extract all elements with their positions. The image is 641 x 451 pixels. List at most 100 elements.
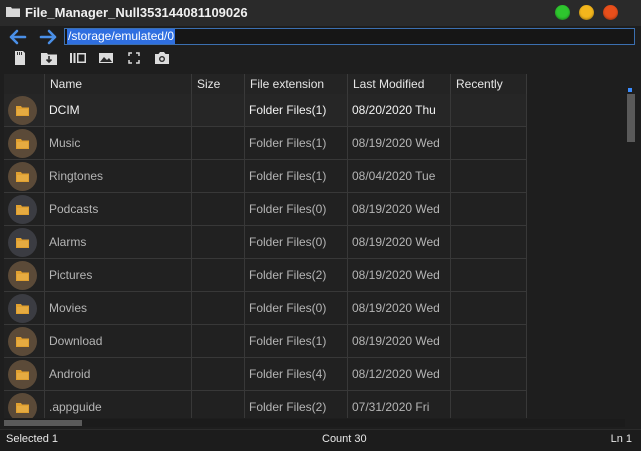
folder-icon: [6, 6, 20, 17]
row-file-extension: Folder Files(1): [245, 160, 348, 193]
column-header-last-modified[interactable]: Last Modified: [348, 74, 451, 94]
row-icon-cell: [4, 325, 45, 358]
path-input[interactable]: /storage/emulated/0: [64, 28, 635, 45]
table-row[interactable]: Movies Folder Files(0) 08/19/2020 Wed: [4, 292, 527, 325]
row-file-extension: Folder Files(1): [245, 94, 348, 127]
folder-icon: [8, 162, 37, 191]
row-recently: [451, 259, 527, 292]
image-view-icon[interactable]: [98, 51, 114, 65]
column-header-recently[interactable]: Recently: [451, 74, 527, 94]
row-last-modified: 08/20/2020 Thu: [348, 94, 451, 127]
row-file-extension: Folder Files(1): [245, 325, 348, 358]
row-last-modified: 08/19/2020 Wed: [348, 292, 451, 325]
row-icon-cell: [4, 226, 45, 259]
row-last-modified: 08/19/2020 Wed: [348, 193, 451, 226]
row-last-modified: 08/19/2020 Wed: [348, 127, 451, 160]
row-name: Movies: [45, 292, 192, 325]
column-header-file-extension[interactable]: File extension: [245, 74, 348, 94]
row-last-modified: 08/19/2020 Wed: [348, 259, 451, 292]
back-arrow-icon[interactable]: [9, 29, 27, 45]
row-icon-cell: [4, 259, 45, 292]
minimize-button[interactable]: [555, 5, 570, 20]
row-icon-cell: [4, 127, 45, 160]
row-size: [192, 193, 245, 226]
table-row[interactable]: Download Folder Files(1) 08/19/2020 Wed: [4, 325, 527, 358]
table-row[interactable]: Android Folder Files(4) 08/12/2020 Wed: [4, 358, 527, 391]
folder-icon: [8, 393, 37, 418]
vertical-scrollbar[interactable]: [625, 86, 637, 418]
row-recently: [451, 127, 527, 160]
status-count: Count 30: [322, 433, 367, 445]
row-size: [192, 127, 245, 160]
file-manager-window: File_Manager_Null353144081109026 /storag…: [0, 0, 641, 451]
row-name: .appguide: [45, 391, 192, 418]
forward-arrow-icon[interactable]: [39, 29, 57, 45]
column-header-icon[interactable]: [4, 74, 45, 94]
row-last-modified: 07/31/2020 Fri: [348, 391, 451, 418]
folder-icon: [8, 261, 37, 290]
maximize-button[interactable]: [579, 5, 594, 20]
row-recently: [451, 193, 527, 226]
folder-icon: [8, 294, 37, 323]
row-icon-cell: [4, 160, 45, 193]
columns-view-icon[interactable]: [70, 51, 86, 65]
row-size: [192, 358, 245, 391]
status-selected: Selected 1: [6, 433, 58, 445]
row-name: Ringtones: [45, 160, 192, 193]
row-file-extension: Folder Files(1): [245, 127, 348, 160]
table-row[interactable]: .appguide Folder Files(2) 07/31/2020 Fri: [4, 391, 527, 418]
row-recently: [451, 358, 527, 391]
row-size: [192, 292, 245, 325]
horizontal-scrollbar[interactable]: [4, 419, 625, 427]
file-table: Name Size File extension Last Modified R…: [4, 74, 527, 418]
folder-download-icon[interactable]: [41, 51, 57, 65]
table-row[interactable]: Ringtones Folder Files(1) 08/04/2020 Tue: [4, 160, 527, 193]
row-name: Podcasts: [45, 193, 192, 226]
row-last-modified: 08/19/2020 Wed: [348, 226, 451, 259]
horizontal-scroll-thumb[interactable]: [4, 420, 82, 426]
row-last-modified: 08/12/2020 Wed: [348, 358, 451, 391]
row-name: Pictures: [45, 259, 192, 292]
table-row[interactable]: Pictures Folder Files(2) 08/19/2020 Wed: [4, 259, 527, 292]
row-file-extension: Folder Files(0): [245, 193, 348, 226]
row-recently: [451, 391, 527, 418]
row-file-extension: Folder Files(2): [245, 391, 348, 418]
camera-icon[interactable]: [154, 51, 170, 65]
row-name: Download: [45, 325, 192, 358]
window-title: File_Manager_Null353144081109026: [25, 5, 248, 20]
status-bar: Selected 1 Count 30 Ln 1: [0, 429, 641, 451]
row-size: [192, 391, 245, 418]
folder-icon: [8, 228, 37, 257]
row-icon-cell: [4, 193, 45, 226]
row-size: [192, 94, 245, 127]
column-header-name[interactable]: Name: [45, 74, 192, 94]
vertical-scroll-thumb[interactable]: [627, 94, 635, 142]
action-toolbar: [0, 48, 641, 70]
row-last-modified: 08/19/2020 Wed: [348, 325, 451, 358]
row-name: Alarms: [45, 226, 192, 259]
sd-card-icon[interactable]: [12, 51, 28, 65]
title-bar: File_Manager_Null353144081109026: [0, 0, 641, 27]
row-size: [192, 160, 245, 193]
table-row[interactable]: DCIM Folder Files(1) 08/20/2020 Thu: [4, 94, 527, 127]
scroll-position-marker: [628, 88, 632, 92]
row-size: [192, 226, 245, 259]
row-file-extension: Folder Files(0): [245, 226, 348, 259]
row-file-extension: Folder Files(2): [245, 259, 348, 292]
fullscreen-icon[interactable]: [126, 51, 142, 65]
path-text: /storage/emulated/0: [67, 29, 176, 44]
close-button[interactable]: [603, 5, 618, 20]
row-name: Android: [45, 358, 192, 391]
row-last-modified: 08/04/2020 Tue: [348, 160, 451, 193]
folder-icon: [8, 129, 37, 158]
table-row[interactable]: Alarms Folder Files(0) 08/19/2020 Wed: [4, 226, 527, 259]
table-row[interactable]: Podcasts Folder Files(0) 08/19/2020 Wed: [4, 193, 527, 226]
folder-icon: [8, 195, 37, 224]
table-row[interactable]: Music Folder Files(1) 08/19/2020 Wed: [4, 127, 527, 160]
row-icon-cell: [4, 358, 45, 391]
row-icon-cell: [4, 94, 45, 127]
row-name: DCIM: [45, 94, 192, 127]
row-size: [192, 325, 245, 358]
row-recently: [451, 160, 527, 193]
column-header-size[interactable]: Size: [192, 74, 245, 94]
